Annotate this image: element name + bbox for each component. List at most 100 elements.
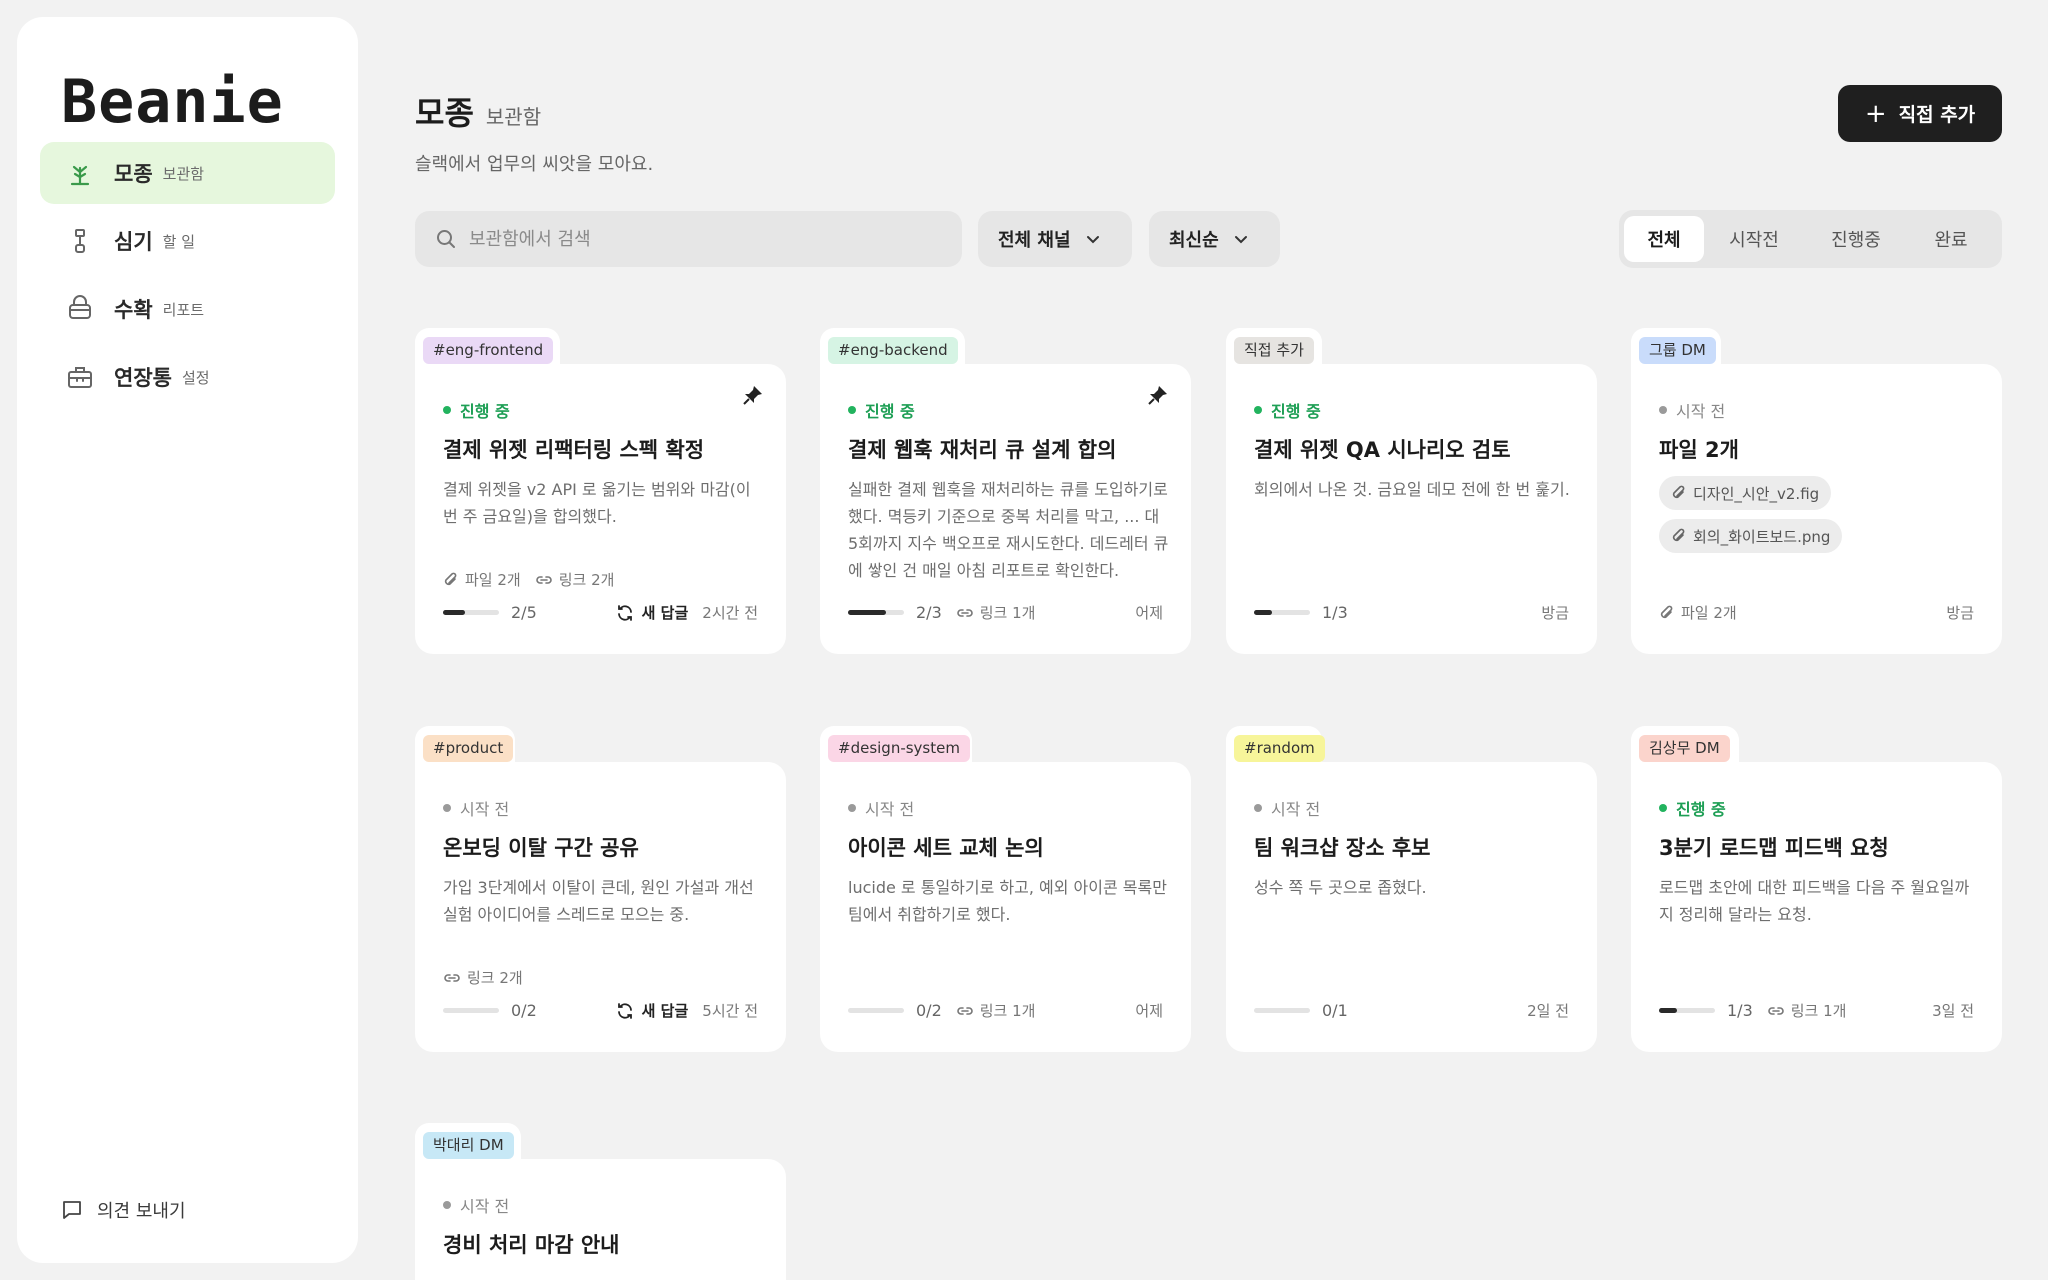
card-body: 시작 전 파일 2개 디자인_시안_v2.fig 회의_화이트보드.png 파일… bbox=[1631, 364, 2002, 654]
status-label: 진행 중 bbox=[1271, 402, 1321, 421]
sidebar-item-label: 수확 bbox=[114, 298, 153, 322]
card-description: 로드맵 초안에 대한 피드백을 다음 주 월요일까지 정리해 달라는 요청. bbox=[1659, 878, 1970, 924]
link-icon bbox=[444, 973, 460, 982]
link-icon bbox=[1768, 1006, 1784, 1015]
seed-card[interactable]: 직접 추가 진행 중 결제 위젯 QA 시나리오 검토 회의에서 나온 것. 금… bbox=[1226, 328, 1597, 654]
channel-tag: #product bbox=[423, 735, 514, 762]
new-reply-indicator: 새 답글 bbox=[616, 602, 689, 623]
channel-filter-dropdown[interactable]: 전체 채널 bbox=[978, 211, 1132, 267]
channel-tag: 그룹 DM bbox=[1639, 337, 1716, 364]
tab-all[interactable]: 전체 bbox=[1624, 216, 1704, 262]
progress-count: 1/3 bbox=[1727, 1001, 1753, 1020]
timestamp: 방금 bbox=[1541, 604, 1569, 622]
seed-card[interactable]: #eng-backend 진행 중 결제 웹훅 재처리 큐 설계 합의 실패한 … bbox=[820, 328, 1191, 654]
progress-count: 0/2 bbox=[916, 1001, 942, 1020]
seed-card[interactable]: 그룹 DM 시작 전 파일 2개 디자인_시안_v2.fig 회의_화이트보드.… bbox=[1631, 328, 2002, 654]
link-icon bbox=[535, 575, 552, 584]
sidebar-item-label: 모종 bbox=[114, 162, 153, 186]
sidebar-nav: 모종 보관함 심기 할 일 수확 리포트 연장통 설정 bbox=[40, 142, 335, 414]
card-body: 진행 중 결제 위젯 리팩터링 스펙 확정 결제 위젯을 v2 API 로 옮기… bbox=[415, 364, 786, 654]
card-description: lucide 로 통일하기로 하고, 예외 아이콘 목록만 팀에서 취합하기로 … bbox=[848, 878, 1167, 924]
card-footer: 파일 2개 방금 bbox=[1659, 602, 1974, 623]
shovel-icon bbox=[64, 225, 96, 257]
status-indicator: 시작 전 bbox=[443, 796, 509, 820]
progress-fill bbox=[443, 610, 466, 615]
progress-bar bbox=[443, 1008, 499, 1013]
search-input[interactable] bbox=[469, 228, 939, 250]
card-footer: 0/2 새 답글 5시간 전 bbox=[443, 1000, 758, 1021]
tab-not-started[interactable]: 시작전 bbox=[1704, 216, 1804, 262]
seed-card[interactable]: #design-system 시작 전 아이콘 세트 교체 논의 lucide … bbox=[820, 726, 1191, 1052]
attachment-chip[interactable]: 디자인_시안_v2.fig bbox=[1659, 476, 1832, 510]
search-box[interactable] bbox=[415, 211, 962, 267]
channel-tag: #eng-backend bbox=[828, 337, 958, 364]
sidebar-item-label: 심기 bbox=[114, 230, 153, 254]
status-label: 시작 전 bbox=[1676, 402, 1726, 421]
status-label: 시작 전 bbox=[460, 800, 510, 819]
sidebar-item-label: 연장통 bbox=[114, 366, 172, 390]
progress-bar bbox=[1659, 1008, 1715, 1013]
toolbox-icon bbox=[64, 361, 96, 393]
link-count-label: 링크 2개 bbox=[558, 571, 615, 589]
pin-icon[interactable] bbox=[742, 384, 764, 406]
seed-card[interactable]: #product 시작 전 온보딩 이탈 구간 공유 가입 3단계에서 이탈이 … bbox=[415, 726, 786, 1052]
card-footer: 2/3 링크 1개 어제 bbox=[848, 602, 1163, 623]
seed-card[interactable]: 김상무 DM 진행 중 3분기 로드맵 피드백 요청 로드맵 초안에 대한 피드… bbox=[1631, 726, 2002, 1052]
send-feedback-button[interactable]: 의견 보내기 bbox=[61, 1197, 186, 1223]
pin-icon[interactable] bbox=[1147, 384, 1169, 406]
new-reply-label: 새 답글 bbox=[641, 604, 689, 622]
timestamp: 어제 bbox=[1135, 1002, 1163, 1020]
status-label: 진행 중 bbox=[1676, 800, 1726, 819]
card-title: 아이콘 세트 교체 논의 bbox=[848, 836, 1044, 860]
sidebar-item-sublabel: 리포트 bbox=[162, 300, 205, 319]
card-title: 3분기 로드맵 피드백 요청 bbox=[1659, 836, 1889, 860]
seed-card[interactable]: 박대리 DM 시작 전 경비 처리 마감 안내 bbox=[415, 1123, 786, 1280]
file-count: 파일 2개 bbox=[1659, 602, 1737, 623]
tab-in-progress[interactable]: 진행중 bbox=[1804, 216, 1908, 262]
file-count-label: 파일 2개 bbox=[1681, 604, 1737, 622]
link-count-label: 링크 1개 bbox=[979, 1002, 1036, 1020]
timestamp: 어제 bbox=[1135, 604, 1163, 622]
card-footer: 0/1 2일 전 bbox=[1254, 1000, 1569, 1021]
progress-bar bbox=[848, 610, 904, 615]
tab-done[interactable]: 완료 bbox=[1908, 216, 1994, 262]
card-body: 시작 전 팀 워크샵 장소 후보 성수 쪽 두 곳으로 좁혔다. 0/1 2일 … bbox=[1226, 762, 1597, 1052]
basket-icon bbox=[64, 293, 96, 325]
sidebar-item-sublabel: 할 일 bbox=[162, 232, 196, 251]
sidebar-item-planting[interactable]: 심기 할 일 bbox=[40, 210, 335, 272]
channel-tag: #eng-frontend bbox=[423, 337, 554, 364]
paperclip-icon bbox=[1672, 485, 1685, 499]
plus-icon: + bbox=[1864, 98, 1887, 129]
link-count-label: 링크 2개 bbox=[467, 969, 523, 987]
progress-bar bbox=[443, 610, 499, 615]
channel-filter-value: 전체 채널 bbox=[998, 230, 1071, 251]
sidebar-item-toolbox[interactable]: 연장통 설정 bbox=[40, 346, 335, 408]
progress-count: 2/5 bbox=[511, 603, 537, 622]
progress-fill bbox=[848, 610, 886, 615]
card-description: 가입 3단계에서 이탈이 큰데, 원인 가설과 개선 실험 아이디어를 스레드로… bbox=[443, 878, 754, 924]
progress-count: 2/3 bbox=[916, 603, 942, 622]
card-description: 결제 위젯을 v2 API 로 옮기는 범위와 마감(이번 주 금요일)을 합의… bbox=[443, 480, 751, 526]
status-indicator: 시작 전 bbox=[1254, 796, 1320, 820]
card-title: 결제 웹훅 재처리 큐 설계 합의 bbox=[848, 438, 1117, 462]
app-logo[interactable]: Beanie bbox=[61, 67, 284, 137]
progress-count: 0/2 bbox=[511, 1001, 537, 1020]
card-body: 시작 전 경비 처리 마감 안내 bbox=[415, 1159, 786, 1280]
status-dot bbox=[848, 406, 856, 414]
sidebar-item-seedlings[interactable]: 모종 보관함 bbox=[40, 142, 335, 204]
card-footer: 2/5 새 답글 2시간 전 bbox=[443, 602, 758, 623]
seed-card[interactable]: #random 시작 전 팀 워크샵 장소 후보 성수 쪽 두 곳으로 좁혔다.… bbox=[1226, 726, 1597, 1052]
timestamp: 2일 전 bbox=[1527, 1002, 1569, 1020]
card-title: 팀 워크샵 장소 후보 bbox=[1254, 836, 1431, 860]
status-indicator: 시작 전 bbox=[848, 796, 914, 820]
file-count: 파일 2개 bbox=[443, 569, 521, 590]
status-label: 시작 전 bbox=[1271, 800, 1321, 819]
sidebar-item-harvest[interactable]: 수확 리포트 bbox=[40, 278, 335, 340]
sort-dropdown[interactable]: 최신순 bbox=[1149, 211, 1280, 267]
message-icon bbox=[63, 1201, 81, 1219]
attachment-chip[interactable]: 회의_화이트보드.png bbox=[1659, 519, 1843, 553]
seed-card[interactable]: #eng-frontend 진행 중 결제 위젯 리팩터링 스펙 확정 결제 위… bbox=[415, 328, 786, 654]
status-label: 시작 전 bbox=[865, 800, 915, 819]
link-count: 링크 1개 bbox=[1767, 1000, 1846, 1021]
add-manually-button[interactable]: + 직접 추가 bbox=[1838, 85, 2002, 142]
